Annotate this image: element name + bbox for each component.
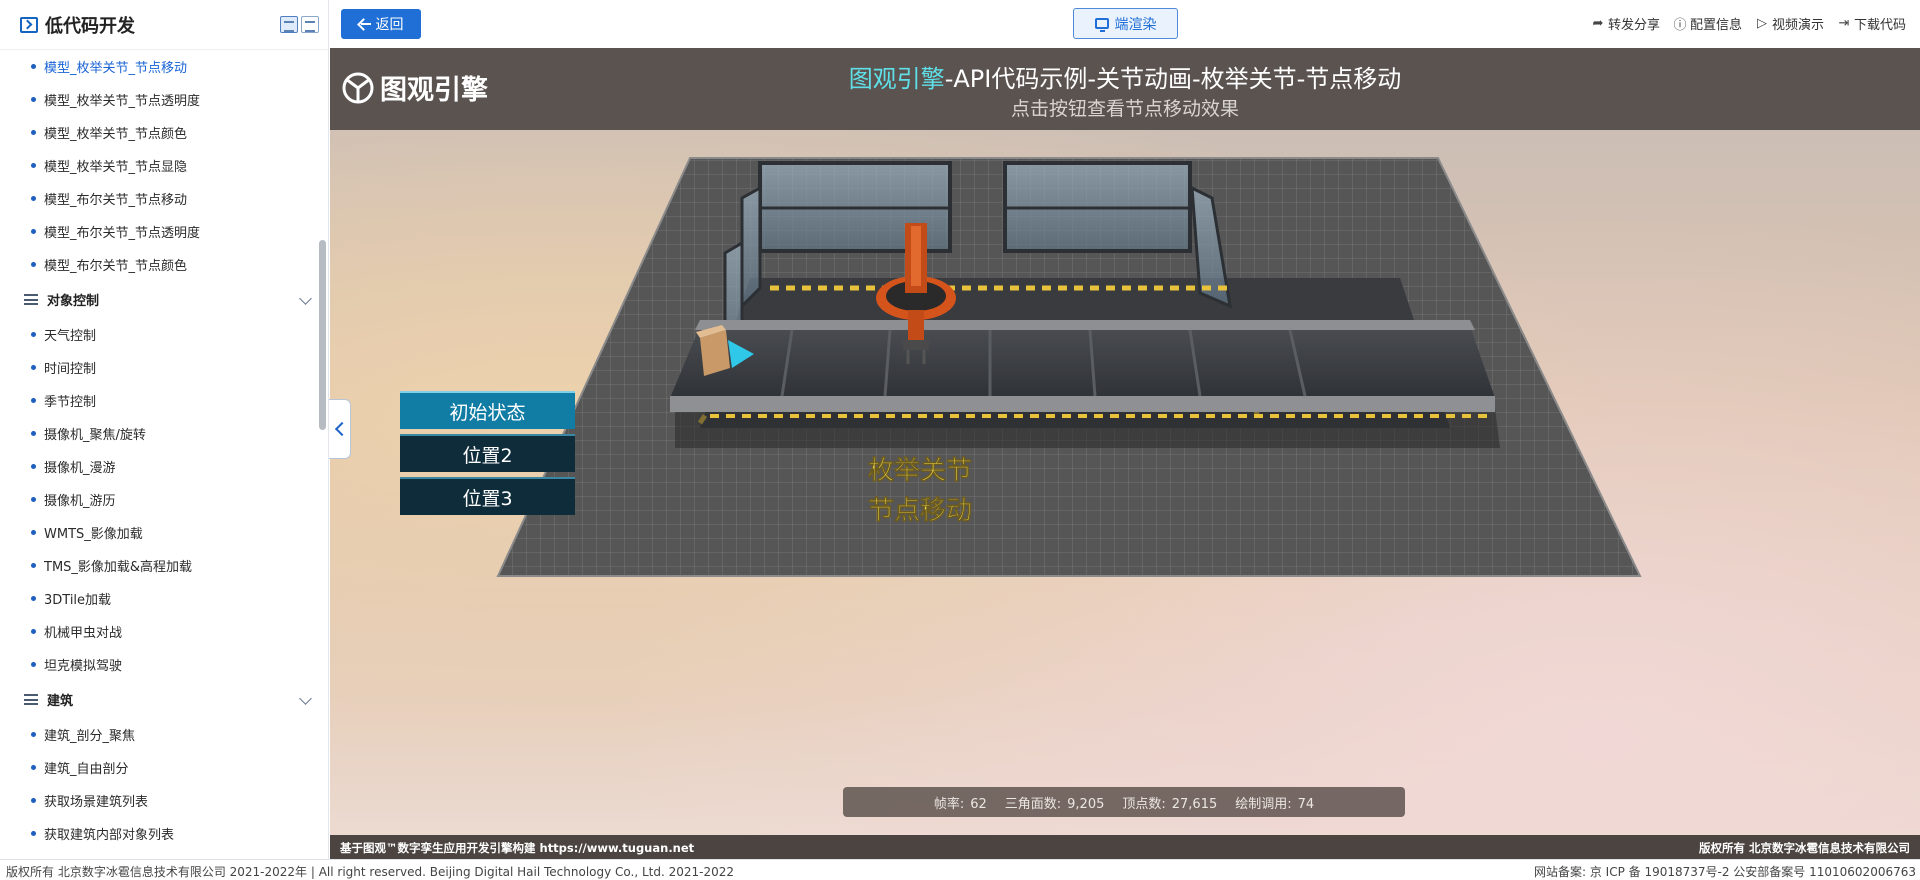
fps-stat: 帧率: 62 bbox=[933, 796, 987, 812]
bullet-icon bbox=[31, 629, 36, 634]
bullet-icon bbox=[31, 431, 36, 436]
sidebar-collapse-button[interactable] bbox=[329, 399, 351, 459]
bullet-icon bbox=[31, 596, 36, 601]
position-3-button[interactable]: 位置3 bbox=[400, 477, 575, 515]
bullet-icon bbox=[31, 163, 36, 168]
bullet-icon bbox=[31, 831, 36, 836]
sidebar-item[interactable]: 天气控制 bbox=[0, 318, 318, 351]
sidebar-item[interactable]: 模型_枚举关节_节点移动 bbox=[0, 50, 318, 83]
sidebar-item[interactable]: 摄像机_漫游 bbox=[0, 450, 318, 483]
viewport-footer: 基于图观™数字孪生应用开发引擎构建 https://www.tuguan.net… bbox=[330, 835, 1920, 859]
render-stats: 帧率: 62 三角面数: 9,205 顶点数: 27,615 绘制调用: 74 bbox=[843, 787, 1405, 817]
sidebar-item[interactable]: 模型_枚举关节_节点颜色 bbox=[0, 116, 318, 149]
sidebar-item[interactable]: 摄像机_聚焦/旋转 bbox=[0, 417, 318, 450]
video-demo-link[interactable]: ▷ 视频演示 bbox=[1755, 14, 1824, 33]
sidebar-scrollbar[interactable] bbox=[319, 240, 326, 430]
draw-calls-stat: 绘制调用: 74 bbox=[1235, 796, 1315, 812]
sidebar-item[interactable]: 坦克模拟驾驶 bbox=[0, 648, 318, 681]
sidebar-title: 低代码开发 bbox=[45, 15, 135, 37]
bullet-icon bbox=[31, 798, 36, 803]
bullet-icon bbox=[31, 229, 36, 234]
sidebar-item[interactable]: 摄像机_游历 bbox=[0, 483, 318, 516]
chevron-down-icon bbox=[299, 292, 312, 305]
sidebar-item[interactable]: 3DTile加载 bbox=[0, 582, 318, 615]
list-view-icon[interactable] bbox=[280, 16, 298, 33]
copyright-text: 版权所有 北京数字冰雹信息技术有限公司 2021-2022年 | All rig… bbox=[6, 865, 735, 879]
demo-title: 图观引擎-API代码示例-关节动画-枚举关节-节点移动 bbox=[848, 65, 1402, 93]
list-icon bbox=[24, 694, 38, 705]
sidebar-group-object-control[interactable]: 对象控制 bbox=[0, 281, 318, 318]
bullet-icon bbox=[31, 563, 36, 568]
list-icon bbox=[24, 294, 38, 305]
viewport-copyright: 版权所有 北京数字冰雹信息技术有限公司 bbox=[1698, 841, 1910, 855]
demo-subtitle: 点击按钮查看节点移动效果 bbox=[1010, 98, 1239, 120]
triangles-stat: 三角面数: 9,205 bbox=[1004, 796, 1105, 812]
sidebar-item[interactable]: 模型_枚举关节_节点透明度 bbox=[0, 83, 318, 116]
terminal-icon bbox=[20, 16, 38, 33]
config-info-link[interactable]: ⓘ 配置信息 bbox=[1673, 14, 1742, 33]
download-icon: ⇥ bbox=[1838, 16, 1850, 31]
engine-credit: 基于图观™数字孪生应用开发引擎构建 https://www.tuguan.net bbox=[340, 841, 695, 855]
bullet-icon bbox=[31, 196, 36, 201]
chevron-left-icon bbox=[334, 421, 350, 437]
sidebar-item[interactable]: 模型_布尔关节_节点移动 bbox=[0, 182, 318, 215]
monitor-icon bbox=[1094, 18, 1109, 32]
chevron-down-icon bbox=[299, 692, 312, 705]
bullet-icon bbox=[31, 97, 36, 102]
vertices-stat: 顶点数: 27,615 bbox=[1122, 796, 1218, 812]
sidebar-item[interactable]: 建筑_自由剖分 bbox=[0, 751, 318, 784]
bullet-icon bbox=[31, 262, 36, 267]
3d-viewport[interactable]: 枚举关节 节点移动 图观引擎 图观引擎-API代码示例-关节动画-枚举关节-节点… bbox=[330, 48, 1920, 859]
icp-record-text: 网站备案: 京 ICP 备 19018737号-2 公安部备案号 1101060… bbox=[1533, 865, 1916, 879]
download-code-link[interactable]: ⇥ 下载代码 bbox=[1837, 14, 1906, 33]
initial-state-button[interactable]: 初始状态 bbox=[400, 391, 575, 429]
bullet-icon bbox=[31, 398, 36, 403]
sidebar-header: 低代码开发 bbox=[0, 0, 328, 50]
conveyor-belt bbox=[670, 320, 1495, 418]
bullet-icon bbox=[31, 464, 36, 469]
scene-label-line2: 节点移动 bbox=[868, 495, 972, 526]
sidebar: 低代码开发 模型_枚举关节_节点移动 模型_枚举关节_节点透明度 模型_枚举关节… bbox=[0, 0, 329, 859]
sidebar-item[interactable]: 建筑_剖分_聚焦 bbox=[0, 718, 318, 751]
bullet-icon bbox=[31, 130, 36, 135]
position-2-button[interactable]: 位置2 bbox=[400, 434, 575, 472]
bullet-icon bbox=[31, 530, 36, 535]
play-icon: ▷ bbox=[1756, 16, 1767, 31]
info-icon: ⓘ bbox=[1673, 18, 1687, 33]
bullet-icon bbox=[31, 662, 36, 667]
title-banner: 图观引擎 图观引擎-API代码示例-关节动画-枚举关节-节点移动 点击按钮查看节… bbox=[330, 48, 1920, 130]
bullet-icon bbox=[31, 64, 36, 69]
scene-label-line1: 枚举关节 bbox=[868, 455, 972, 486]
bullet-icon bbox=[31, 765, 36, 770]
sidebar-item[interactable]: 模型_布尔关节_节点透明度 bbox=[0, 215, 318, 248]
grid-view-icon[interactable] bbox=[301, 16, 319, 33]
back-arrow-icon bbox=[359, 19, 371, 29]
page-footer: 版权所有 北京数字冰雹信息技术有限公司 2021-2022年 | All rig… bbox=[0, 859, 1920, 880]
bullet-icon bbox=[31, 365, 36, 370]
position-buttons: 初始状态 位置2 位置3 bbox=[400, 391, 575, 520]
sidebar-list: 模型_枚举关节_节点移动 模型_枚举关节_节点透明度 模型_枚举关节_节点颜色 … bbox=[0, 50, 318, 850]
back-button[interactable]: 返回 bbox=[341, 9, 421, 39]
bullet-icon bbox=[31, 332, 36, 337]
top-links: ➦ 转发分享 ⓘ 配置信息 ▷ 视频演示 ⇥ 下载代码 bbox=[1591, 14, 1906, 33]
sidebar-item[interactable]: 机械甲虫对战 bbox=[0, 615, 318, 648]
sidebar-item[interactable]: 获取建筑内部对象列表 bbox=[0, 817, 318, 850]
sidebar-group-building[interactable]: 建筑 bbox=[0, 681, 318, 718]
sidebar-item[interactable]: 模型_枚举关节_节点显隐 bbox=[0, 149, 318, 182]
bullet-icon bbox=[31, 497, 36, 502]
view-toggles bbox=[280, 16, 319, 33]
top-toolbar: 返回 端渲染 ➦ 转发分享 ⓘ 配置信息 ▷ 视频演示 ⇥ 下载代码 bbox=[330, 0, 1920, 48]
sidebar-item[interactable]: 获取场景建筑列表 bbox=[0, 784, 318, 817]
render-mode-button[interactable]: 端渲染 bbox=[1073, 8, 1178, 39]
sidebar-item[interactable]: TMS_影像加载&高程加载 bbox=[0, 549, 318, 582]
sidebar-item[interactable]: 模型_布尔关节_节点颜色 bbox=[0, 248, 318, 281]
share-icon: ➦ bbox=[1592, 16, 1604, 31]
sidebar-item[interactable]: 季节控制 bbox=[0, 384, 318, 417]
bullet-icon bbox=[31, 732, 36, 737]
share-link[interactable]: ➦ 转发分享 bbox=[1591, 14, 1659, 33]
sidebar-item[interactable]: WMTS_影像加载 bbox=[0, 516, 318, 549]
sidebar-item[interactable]: 时间控制 bbox=[0, 351, 318, 384]
